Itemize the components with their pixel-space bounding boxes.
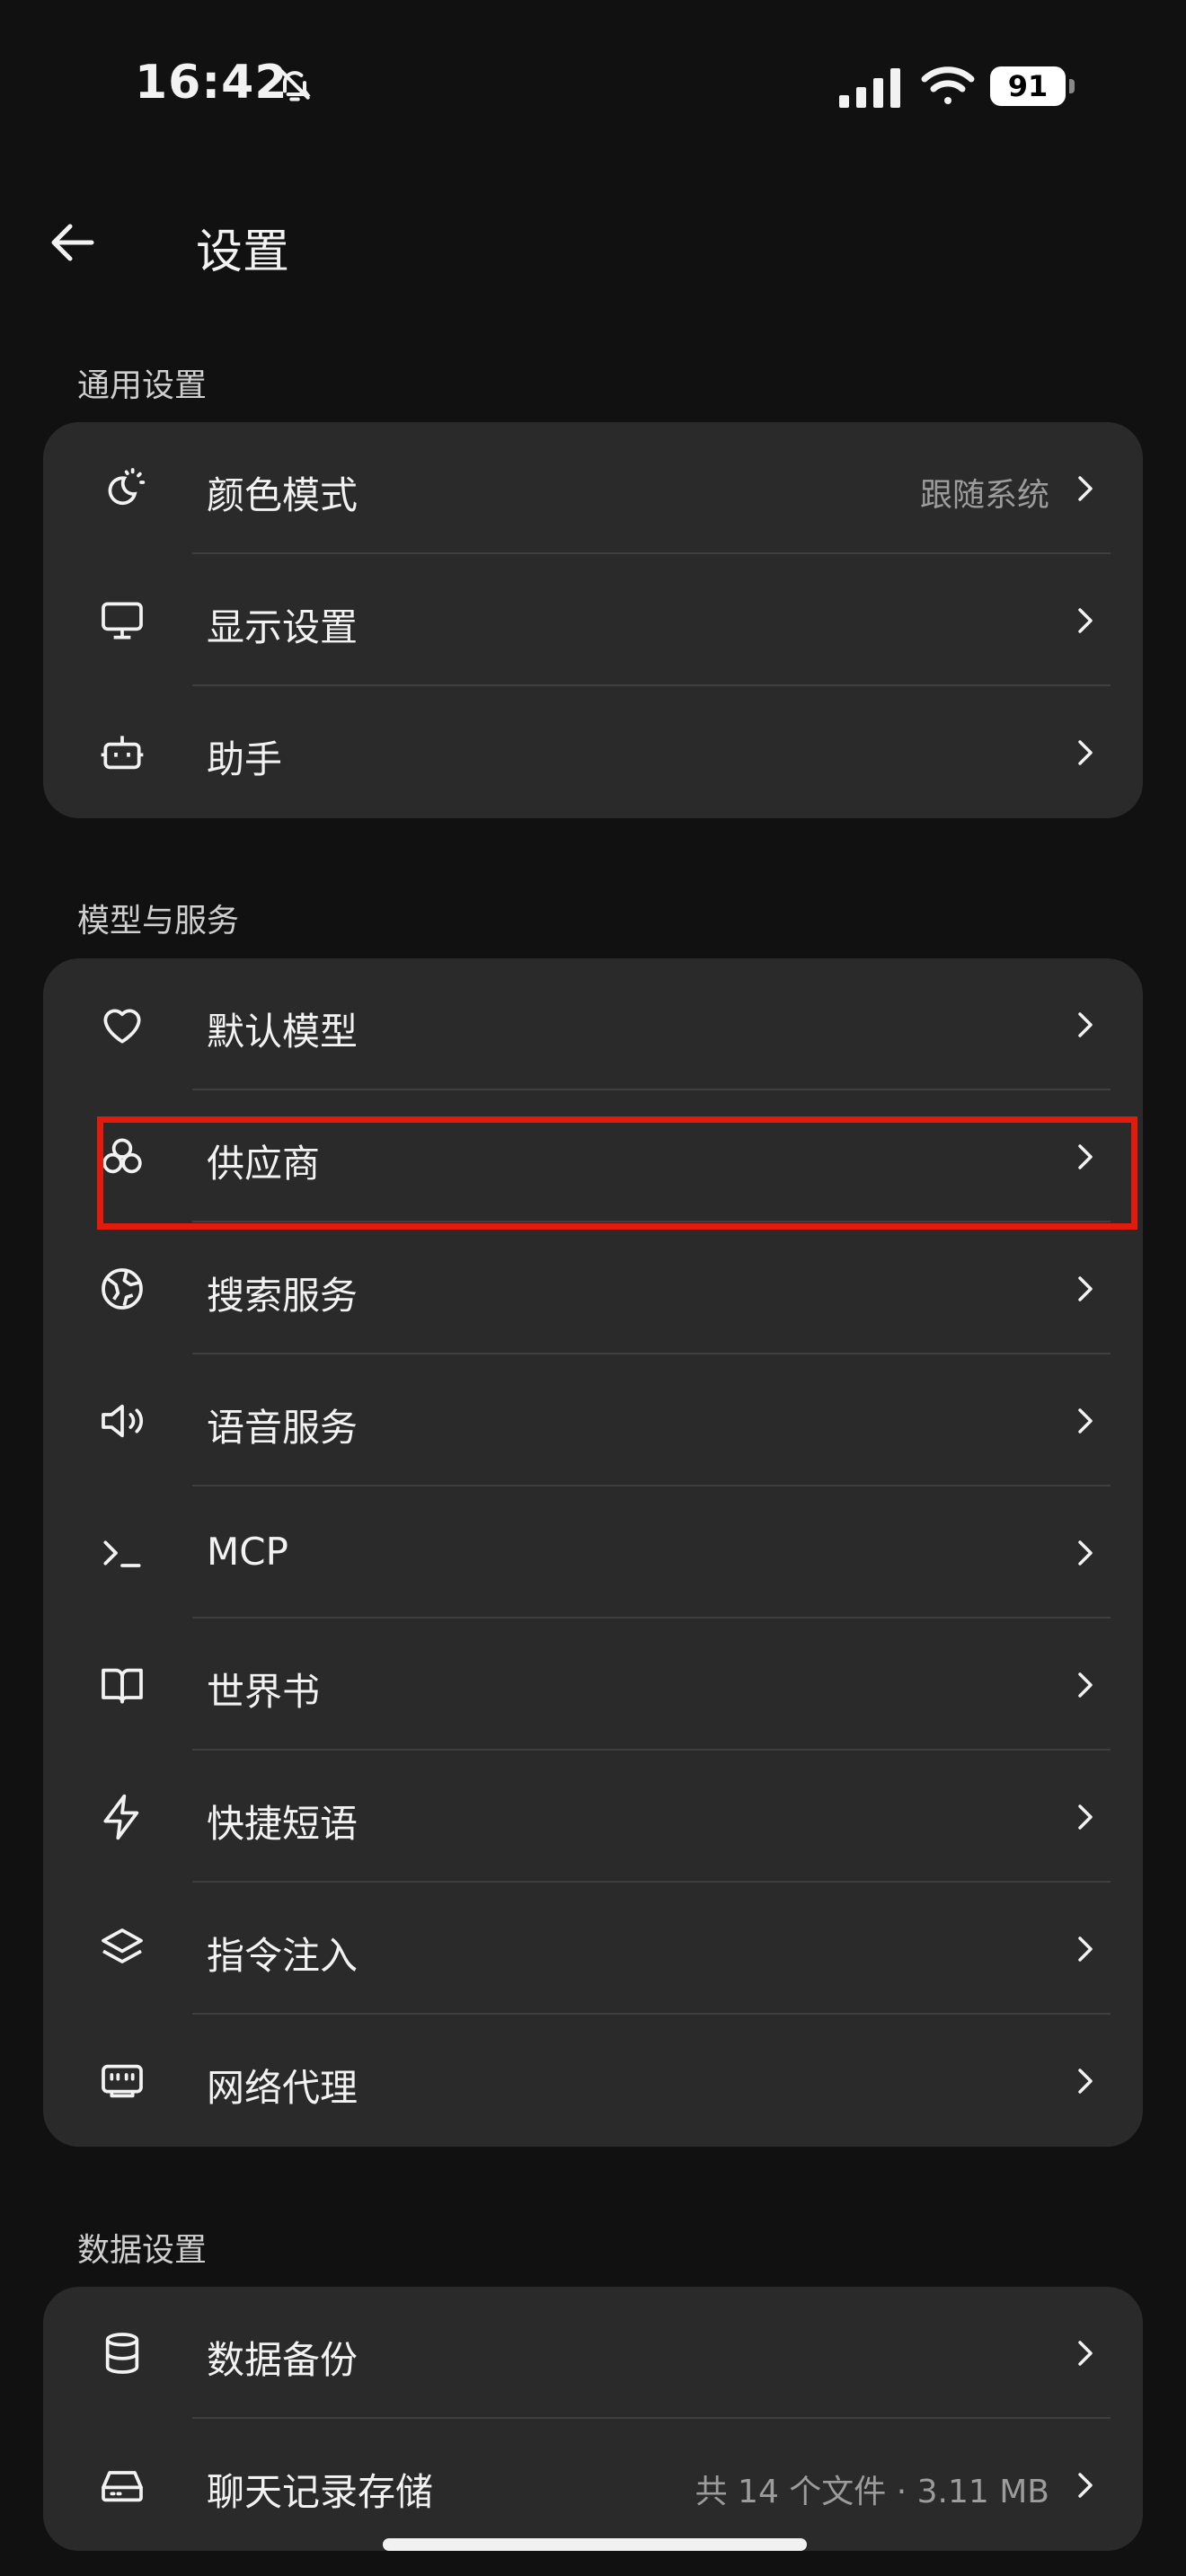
worldbook-row[interactable]: 世界书 xyxy=(43,1619,1143,1751)
bot-icon xyxy=(97,728,147,778)
chevron-right-icon xyxy=(1075,604,1096,637)
battery-tip xyxy=(1069,79,1075,93)
quick-phrases-row[interactable]: 快捷短语 xyxy=(43,1751,1143,1883)
display-settings-row[interactable]: 显示设置 xyxy=(43,554,1143,686)
battery-level: 91 xyxy=(990,66,1066,106)
data-settings-card: 数据备份 聊天记录存储 共 14 个文件 · 3.11 MB xyxy=(43,2287,1143,2551)
voice-service-label: 语音服务 xyxy=(207,1406,358,1450)
section-title-general: 通用设置 xyxy=(77,367,208,404)
data-backup-row[interactable]: 数据备份 xyxy=(43,2287,1143,2419)
search-service-row[interactable]: 搜索服务 xyxy=(43,1222,1143,1354)
heart-icon xyxy=(97,1000,147,1050)
chevron-right-icon xyxy=(1075,2337,1096,2369)
cellular-signal-icon xyxy=(839,68,902,108)
chevron-right-icon xyxy=(1075,1009,1096,1041)
mcp-row[interactable]: MCP xyxy=(43,1486,1143,1619)
color-mode-value: 跟随系统 xyxy=(919,477,1049,514)
back-arrow-icon[interactable] xyxy=(47,219,101,266)
section-title-models: 模型与服务 xyxy=(77,903,240,940)
wifi-icon xyxy=(920,63,976,108)
lightning-icon xyxy=(97,1792,147,1842)
instruction-injection-row[interactable]: 指令注入 xyxy=(43,1883,1143,2015)
network-proxy-row[interactable]: 网络代理 xyxy=(43,2015,1143,2147)
color-mode-row[interactable]: 颜色模式 跟随系统 xyxy=(43,422,1143,554)
chevron-right-icon xyxy=(1075,1801,1096,1833)
chevron-right-icon xyxy=(1075,2469,1096,2501)
chevron-right-icon xyxy=(1075,737,1096,769)
assistant-label: 助手 xyxy=(207,737,283,781)
chevron-right-icon xyxy=(1075,1669,1096,1701)
default-model-label: 默认模型 xyxy=(207,1010,358,1054)
network-proxy-label: 网络代理 xyxy=(207,2066,358,2110)
general-settings-card: 颜色模式 跟随系统 显示设置 助手 xyxy=(43,422,1143,818)
ethernet-icon xyxy=(97,2056,147,2106)
mcp-label: MCP xyxy=(207,1530,288,1574)
silent-bell-icon xyxy=(275,65,314,104)
monitor-icon xyxy=(97,595,147,646)
app-header: 设置 xyxy=(0,198,1186,287)
layers-icon xyxy=(97,1924,147,1974)
highlight-box xyxy=(97,1116,1137,1230)
default-model-row[interactable]: 默认模型 xyxy=(43,958,1143,1090)
voice-service-row[interactable]: 语音服务 xyxy=(43,1354,1143,1486)
chat-storage-row[interactable]: 聊天记录存储 共 14 个文件 · 3.11 MB xyxy=(43,2419,1143,2551)
book-icon xyxy=(97,1660,147,1710)
chat-storage-value: 共 14 个文件 · 3.11 MB xyxy=(695,2474,1049,2510)
database-icon xyxy=(97,2328,147,2378)
theme-icon xyxy=(97,463,147,514)
speaker-icon xyxy=(97,1396,147,1446)
terminal-icon xyxy=(97,1528,147,1578)
section-title-data: 数据设置 xyxy=(77,2232,208,2269)
display-settings-label: 显示设置 xyxy=(207,605,358,649)
instruction-injection-label: 指令注入 xyxy=(207,1934,358,1978)
chevron-right-icon xyxy=(1075,472,1096,505)
search-service-label: 搜索服务 xyxy=(207,1274,358,1318)
status-bar: 16:42 91 xyxy=(0,0,1186,171)
chevron-right-icon xyxy=(1075,1273,1096,1305)
page-title: 设置 xyxy=(196,225,290,279)
battery-indicator: 91 xyxy=(990,66,1076,110)
drive-icon xyxy=(97,2460,147,2510)
assistant-row[interactable]: 助手 xyxy=(43,686,1143,818)
chevron-right-icon xyxy=(1075,1405,1096,1437)
worldbook-label: 世界书 xyxy=(207,1670,321,1714)
quick-phrases-label: 快捷短语 xyxy=(207,1802,358,1846)
color-mode-label: 颜色模式 xyxy=(207,473,358,517)
data-backup-label: 数据备份 xyxy=(207,2338,358,2382)
chevron-right-icon xyxy=(1075,1537,1096,1569)
status-time: 16:42 xyxy=(135,56,288,110)
chat-storage-label: 聊天记录存储 xyxy=(207,2470,434,2514)
home-indicator xyxy=(383,2538,807,2551)
chevron-right-icon xyxy=(1075,1933,1096,1965)
globe-icon xyxy=(97,1264,147,1314)
chevron-right-icon xyxy=(1075,2065,1096,2097)
